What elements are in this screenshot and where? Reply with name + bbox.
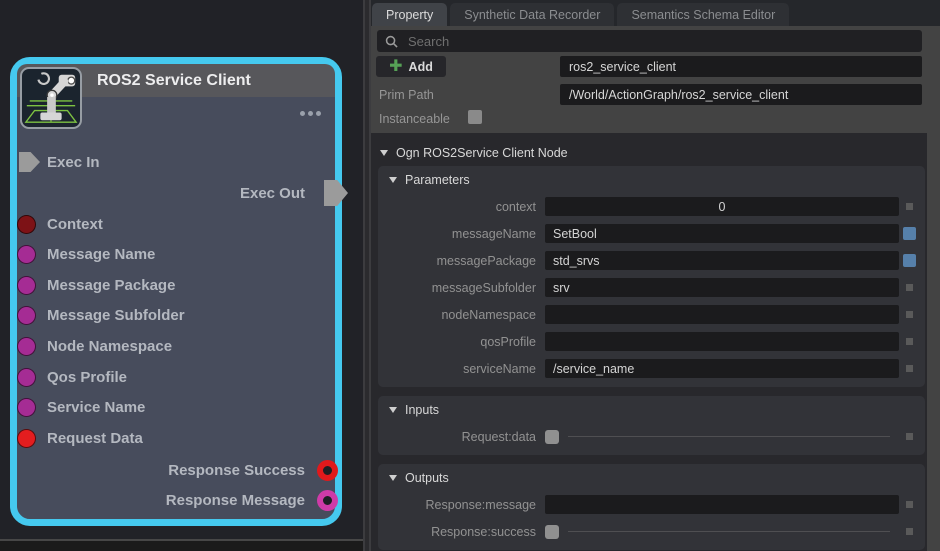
exec-out-pin[interactable] <box>324 180 348 206</box>
request-data-checkbox[interactable] <box>545 430 559 444</box>
tab-property[interactable]: Property <box>372 3 447 26</box>
default-indicator <box>906 528 913 535</box>
search-bar[interactable] <box>377 30 922 52</box>
node-options-icon[interactable] <box>300 111 321 116</box>
group-inputs: Inputs Request:data <box>378 396 925 455</box>
section-outputs[interactable]: Outputs <box>378 464 925 491</box>
collapse-triangle-icon <box>389 177 397 183</box>
param-row-node-namespace: nodeNamespace <box>378 301 925 328</box>
collapse-triangle-icon <box>380 150 388 156</box>
qos-profile-field[interactable] <box>545 332 899 351</box>
port-row-message-package: Message Package <box>17 275 335 295</box>
default-indicator <box>906 311 913 318</box>
response-message-field[interactable] <box>545 495 899 514</box>
context-field[interactable] <box>545 197 899 216</box>
row-divider <box>568 531 890 532</box>
input-row-request-data: Request:data <box>378 423 925 450</box>
input-pin[interactable] <box>17 245 36 264</box>
output-pin[interactable] <box>317 490 338 511</box>
default-indicator <box>906 203 913 210</box>
input-pin[interactable] <box>17 429 36 448</box>
row-divider <box>568 436 890 437</box>
search-icon <box>385 35 398 48</box>
property-sections: Ogn ROS2Service Client Node Parameters c… <box>371 133 927 551</box>
property-panel: Property Synthetic Data Recorder Semanti… <box>371 0 940 551</box>
collapse-triangle-icon <box>389 407 397 413</box>
port-row-exec-out: Exec Out <box>17 183 335 203</box>
action-graph-canvas[interactable]: ROS2 Service Client <box>0 0 363 541</box>
message-package-field[interactable] <box>545 251 899 270</box>
port-row-qos-profile: Qos Profile <box>17 367 335 387</box>
prim-path-label: Prim Path <box>379 88 434 102</box>
port-row-exec-in: Exec In <box>17 152 335 172</box>
param-row-message-package: messagePackage <box>378 247 925 274</box>
instanceable-label: Instanceable <box>379 112 450 126</box>
omniverse-window: ROS2 Service Client <box>0 0 940 551</box>
collapse-triangle-icon <box>389 475 397 481</box>
input-pin[interactable] <box>17 398 36 417</box>
group-parameters: Parameters context messageName messagePa… <box>378 166 925 387</box>
modified-indicator[interactable] <box>903 227 916 240</box>
plus-icon: ✚ <box>389 59 402 75</box>
param-row-message-subfolder: messageSubfolder <box>378 274 925 301</box>
section-parameters[interactable]: Parameters <box>378 166 925 193</box>
tab-synthetic-data-recorder[interactable]: Synthetic Data Recorder <box>450 3 614 26</box>
port-row-node-namespace: Node Namespace <box>17 336 335 356</box>
port-row-request-data: Request Data <box>17 428 335 448</box>
ros2-service-client-node[interactable]: ROS2 Service Client <box>10 57 342 526</box>
section-ogn-node[interactable]: Ogn ROS2Service Client Node <box>371 139 927 166</box>
output-pin[interactable] <box>317 460 338 481</box>
search-input[interactable] <box>406 33 914 50</box>
input-pin[interactable] <box>17 276 36 295</box>
panel-splitter[interactable] <box>363 0 371 551</box>
port-row-message-subfolder: Message Subfolder <box>17 305 335 325</box>
port-row-response-message: Response Message <box>17 490 335 510</box>
port-label: Exec Out <box>240 185 305 202</box>
service-name-field[interactable] <box>545 359 899 378</box>
param-row-service-name: serviceName <box>378 355 925 382</box>
output-row-response-message: Response:message <box>378 491 925 518</box>
node-namespace-field[interactable] <box>545 305 899 324</box>
input-pin[interactable] <box>17 215 36 234</box>
response-success-checkbox[interactable] <box>545 525 559 539</box>
param-row-message-name: messageName <box>378 220 925 247</box>
input-pin[interactable] <box>17 368 36 387</box>
node-title: ROS2 Service Client <box>97 64 251 97</box>
port-row-context: Context <box>17 214 335 234</box>
default-indicator <box>906 365 913 372</box>
instanceable-checkbox[interactable] <box>468 110 482 124</box>
param-row-context: context <box>378 193 925 220</box>
tab-bar: Property Synthetic Data Recorder Semanti… <box>371 0 940 26</box>
input-pin[interactable] <box>17 337 36 356</box>
prim-name-field[interactable] <box>560 56 922 77</box>
exec-in-pin[interactable] <box>19 152 40 172</box>
param-row-qos-profile: qosProfile <box>378 328 925 355</box>
default-indicator <box>906 284 913 291</box>
port-row-message-name: Message Name <box>17 244 335 264</box>
default-indicator <box>906 501 913 508</box>
robot-arm-icon <box>20 67 82 129</box>
message-subfolder-field[interactable] <box>545 278 899 297</box>
input-pin[interactable] <box>17 306 36 325</box>
prim-path-field[interactable] <box>560 84 922 105</box>
port-row-service-name: Service Name <box>17 397 335 417</box>
modified-indicator[interactable] <box>903 254 916 267</box>
message-name-field[interactable] <box>545 224 899 243</box>
port-label: Exec In <box>47 154 100 171</box>
section-inputs[interactable]: Inputs <box>378 396 925 423</box>
tab-semantics-schema-editor[interactable]: Semantics Schema Editor <box>617 3 789 26</box>
default-indicator <box>906 338 913 345</box>
port-row-response-success: Response Success <box>17 460 335 480</box>
group-outputs: Outputs Response:message Response:succes… <box>378 464 925 550</box>
add-button[interactable]: ✚ Add <box>376 56 446 77</box>
default-indicator <box>906 433 913 440</box>
output-row-response-success: Response:success <box>378 518 925 545</box>
